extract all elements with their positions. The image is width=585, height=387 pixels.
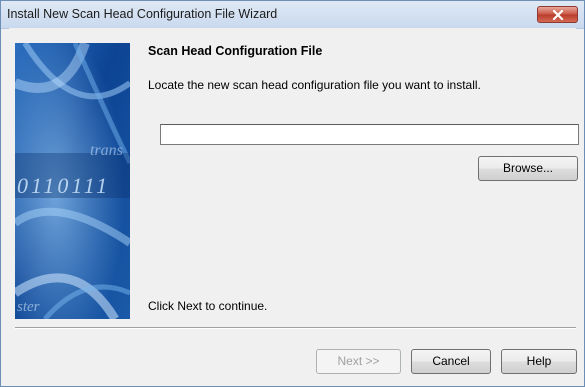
close-button[interactable] [537, 6, 578, 23]
file-path-input[interactable] [160, 124, 579, 145]
wizard-window: Install New Scan Head Configuration File… [0, 0, 585, 387]
window-title: Install New Scan Head Configuration File… [7, 7, 278, 21]
banner-word-text: trans [90, 142, 123, 159]
title-bar: Install New Scan Head Configuration File… [1, 1, 584, 29]
footer-divider [15, 327, 576, 329]
banner-lower-text: ster [17, 299, 40, 315]
close-icon [552, 10, 564, 20]
banner-binary-text: 0110111 [17, 173, 110, 198]
page-heading: Scan Head Configuration File [148, 44, 323, 58]
wizard-content: 0110111 trans ster Scan Head Configurati… [9, 28, 579, 380]
browse-button[interactable]: Browse... [478, 156, 578, 181]
help-button[interactable]: Help [501, 349, 577, 374]
wizard-banner-image: 0110111 trans ster [15, 43, 130, 319]
cancel-button[interactable]: Cancel [411, 349, 491, 374]
page-description: Locate the new scan head configuration f… [148, 78, 481, 92]
next-hint-text: Click Next to continue. [148, 299, 268, 313]
next-button[interactable]: Next >> [316, 349, 401, 374]
